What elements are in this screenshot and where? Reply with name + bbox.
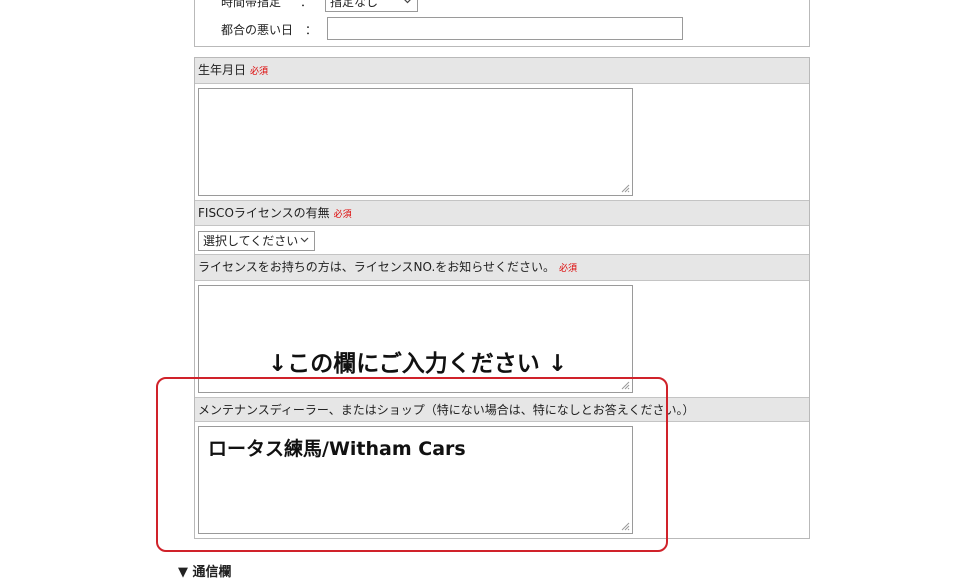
required-badge: 必須: [559, 264, 578, 274]
birthday-label: 生年月日: [198, 63, 247, 77]
time-slot-select-value: 指定なし: [330, 0, 379, 9]
bad-day-colon: ：: [305, 23, 318, 37]
birthday-header: 生年月日 必須: [195, 58, 809, 84]
required-badge: 必須: [250, 67, 269, 77]
time-slot-label: 時間帯指定: [221, 0, 282, 9]
fisco-label: FISCOライセンスの有無: [198, 206, 330, 220]
license-no-label: ライセンスをお持ちの方は、ライセンスNO.をお知らせください。: [198, 260, 556, 274]
license-no-header: ライセンスをお持ちの方は、ライセンスNO.をお知らせください。 必須: [195, 254, 809, 281]
next-section-heading: ▼ 通信欄: [178, 561, 232, 580]
required-badge: 必須: [333, 210, 352, 220]
chevron-down-icon: [300, 237, 309, 243]
time-slot-colon: ：: [300, 0, 313, 9]
fisco-select-value: 選択してください: [203, 234, 299, 248]
next-section-title: 通信欄: [192, 565, 232, 580]
time-slot-select[interactable]: 指定なし: [325, 0, 418, 12]
bad-day-label: 都合の悪い日: [221, 23, 294, 37]
fisco-header: FISCOライセンスの有無 必須: [195, 200, 809, 226]
fisco-select[interactable]: 選択してください: [198, 231, 315, 251]
bad-day-input[interactable]: [327, 17, 683, 40]
birthday-textarea[interactable]: [198, 88, 633, 196]
instruction-overlay: ↓この欄にご入力ください ↓: [268, 351, 568, 377]
triangle-down-icon: ▼: [178, 565, 188, 580]
highlight-frame: [156, 377, 668, 552]
resize-handle-icon[interactable]: [621, 184, 630, 193]
chevron-down-icon: [404, 0, 411, 4]
